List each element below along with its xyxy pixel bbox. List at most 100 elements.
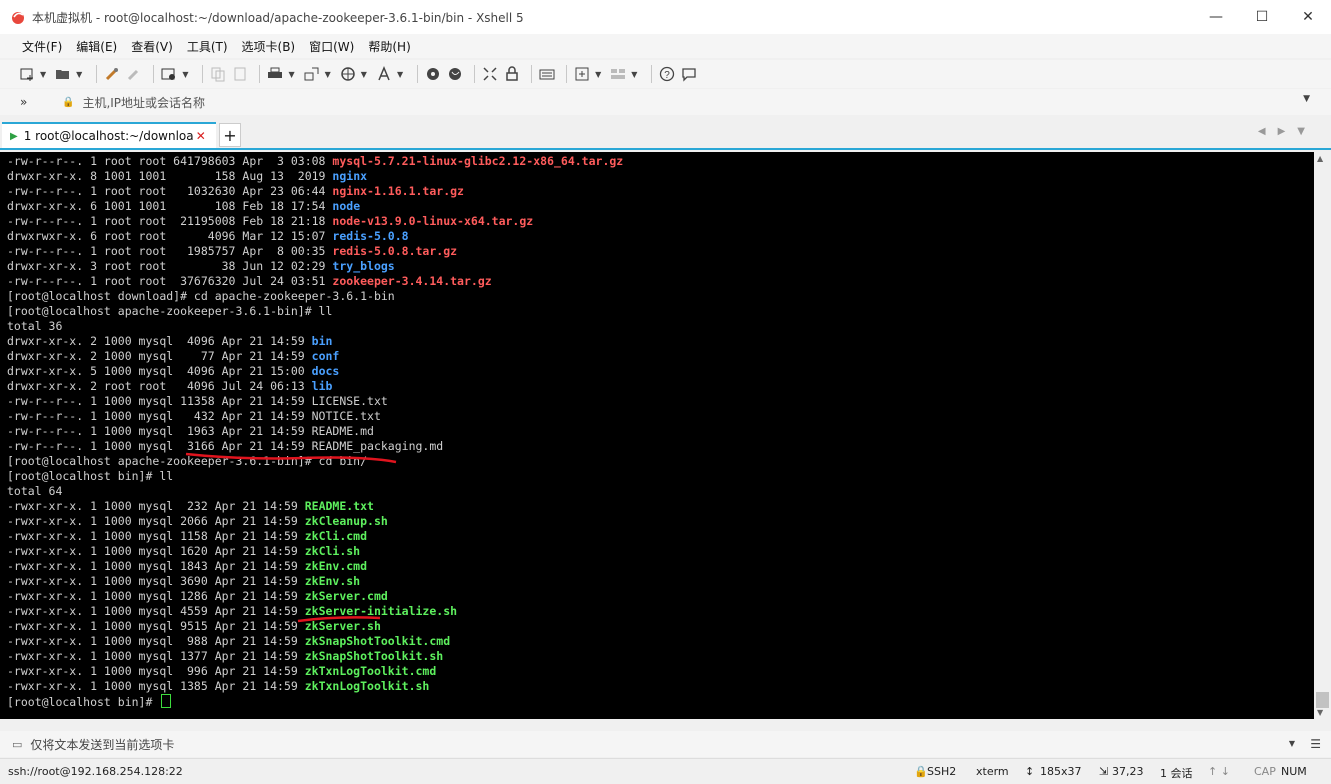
menu-window[interactable]: 窗口(W) [309, 38, 354, 55]
compose-target-label: 仅将文本发送到当前选项卡 [30, 737, 175, 752]
terminal-line: -rw-r--r--. 1 root root 37676320 Jul 24 … [7, 274, 1314, 289]
compose-icon: ▭ [12, 737, 23, 751]
terminal-text: drwxr-xr-x. 8 1001 1001 158 Aug 13 2019 [7, 169, 333, 183]
paste-icon[interactable] [231, 65, 249, 83]
scroll-arrows-icon[interactable]: ↑ ↓ [1208, 765, 1230, 778]
terminal-output[interactable]: -rw-r--r--. 1 root root 641798603 Apr 3 … [0, 152, 1314, 719]
title-bar: 本机虚拟机 - root@localhost:~/download/apache… [0, 0, 1331, 34]
lock-icon[interactable] [503, 65, 521, 83]
properties-dropdown-icon[interactable]: ▼ [182, 70, 188, 79]
compose-dropdown-icon[interactable]: ▼ [1289, 739, 1295, 748]
terminal-line: -rwxr-xr-x. 1 1000 mysql 1286 Apr 21 14:… [7, 589, 1314, 604]
new-session-dropdown-icon[interactable]: ▼ [40, 70, 46, 79]
terminal-line: -rw-r--r--. 1 root root 1032630 Apr 23 0… [7, 184, 1314, 199]
toolbar-separator [474, 65, 476, 83]
chat-icon[interactable] [680, 65, 698, 83]
terminal-text: [root@localhost apache-zookeeper-3.6.1-b… [7, 304, 333, 318]
toolbar-separator [417, 65, 419, 83]
compose-menu-icon[interactable]: ☰ [1310, 737, 1321, 751]
terminal-text: -rwxr-xr-x. 1 1000 mysql 988 Apr 21 14:5… [7, 634, 305, 648]
terminal-line: -rwxr-xr-x. 1 1000 mysql 3690 Apr 21 14:… [7, 574, 1314, 589]
terminal-line: -rw-r--r--. 1 1000 mysql 11358 Apr 21 14… [7, 394, 1314, 409]
open-folder-icon[interactable] [54, 65, 72, 83]
transfer-icon[interactable] [303, 65, 321, 83]
terminal-filename: nginx-1.16.1.tar.gz [332, 184, 464, 198]
terminal-filename: redis-5.0.8 [332, 229, 409, 243]
new-tab-button[interactable]: + [219, 123, 241, 147]
terminal-line: drwxrwxr-x. 6 root root 4096 Mar 12 15:0… [7, 229, 1314, 244]
terminal-type-status: xterm [976, 765, 1009, 778]
key-icon[interactable] [103, 65, 121, 83]
eraser-icon[interactable] [125, 65, 143, 83]
keyboard-icon[interactable] [538, 65, 556, 83]
scroll-down-icon[interactable]: ▼ [1317, 708, 1323, 717]
tab-nav-arrows-icon[interactable]: ◀▶▼ [1258, 126, 1317, 137]
close-button[interactable]: ✕ [1285, 0, 1331, 34]
open-dropdown-icon[interactable]: ▼ [76, 70, 82, 79]
tab-session-1[interactable]: ▶ 1 root@localhost:~/download... ✕ [2, 122, 216, 148]
terminal-line: -rwxr-xr-x. 1 1000 mysql 1158 Apr 21 14:… [7, 529, 1314, 544]
print-icon[interactable] [266, 65, 284, 83]
terminal-lines: -rw-r--r--. 1 root root 641798603 Apr 3 … [0, 152, 1314, 709]
font-icon[interactable] [375, 65, 393, 83]
terminal-line: -rwxr-xr-x. 1 1000 mysql 1377 Apr 21 14:… [7, 649, 1314, 664]
layout-icon[interactable] [609, 65, 627, 83]
lock-icon: 🔒 [914, 765, 928, 778]
menu-tabs[interactable]: 选项卡(B) [242, 38, 296, 55]
caps-lock-status: CAP [1254, 765, 1276, 778]
compose-dropdown-icon[interactable]: ▼ [595, 70, 601, 79]
terminal-text: drwxr-xr-x. 2 1000 mysql 4096 Apr 21 14:… [7, 334, 312, 348]
terminal-text: -rw-r--r--. 1 root root 1032630 Apr 23 0… [7, 184, 333, 198]
cursor-icon: ⇲ [1099, 765, 1109, 778]
xftp-icon[interactable] [424, 65, 442, 83]
address-dropdown-icon[interactable]: ▼ [1303, 94, 1310, 104]
terminal-line: drwxr-xr-x. 2 1000 mysql 4096 Apr 21 14:… [7, 334, 1314, 349]
maximize-button[interactable]: ☐ [1239, 0, 1285, 34]
terminal-line: drwxr-xr-x. 2 root root 4096 Jul 24 06:1… [7, 379, 1314, 394]
terminal-line: -rwxr-xr-x. 1 1000 mysql 996 Apr 21 14:5… [7, 664, 1314, 679]
encoding-dropdown-icon[interactable]: ▼ [361, 70, 367, 79]
terminal-text: -rw-r--r--. 1 1000 mysql 11358 Apr 21 14… [7, 394, 388, 408]
terminal-text: drwxr-xr-x. 3 root root 38 Jun 12 02:29 [7, 259, 333, 273]
xshell-icon[interactable] [446, 65, 464, 83]
copy-icon[interactable] [209, 65, 227, 83]
terminal-filename: zkCli.sh [304, 544, 361, 558]
host-address-input[interactable]: 🔒 主机,IP地址或会话名称 ▼ [56, 92, 1318, 112]
terminal-text: -rwxr-xr-x. 1 1000 mysql 1843 Apr 21 14:… [7, 559, 305, 573]
terminal-line: [root@localhost bin]# [7, 694, 1314, 709]
transfer-dropdown-icon[interactable]: ▼ [325, 70, 331, 79]
layout-dropdown-icon[interactable]: ▼ [631, 70, 637, 79]
scroll-up-icon[interactable]: ▲ [1317, 154, 1323, 163]
terminal-text: total 64 [7, 484, 63, 498]
terminal-scrollbar[interactable]: ▲ ▼ [1314, 152, 1331, 719]
terminal-filename: node [332, 199, 361, 213]
globe-icon[interactable] [339, 65, 357, 83]
compose-bar[interactable]: ▭ 仅将文本发送到当前选项卡 ▼ ☰ [0, 731, 1331, 757]
terminal-line: total 64 [7, 484, 1314, 499]
address-expand-icon[interactable]: » [20, 95, 34, 109]
tab-bar: ▶ 1 root@localhost:~/download... ✕ + ◀▶▼ [0, 120, 1331, 150]
menu-tools[interactable]: 工具(T) [187, 38, 228, 55]
terminal-text: drwxr-xr-x. 5 1000 mysql 4096 Apr 21 15:… [7, 364, 312, 378]
terminal-line: -rwxr-xr-x. 1 1000 mysql 1843 Apr 21 14:… [7, 559, 1314, 574]
tab-close-icon[interactable]: ✕ [196, 129, 206, 143]
help-icon[interactable]: ? [658, 65, 676, 83]
scrollbar-thumb[interactable] [1316, 692, 1329, 708]
terminal-text: -rwxr-xr-x. 1 1000 mysql 2066 Apr 21 14:… [7, 514, 305, 528]
terminal-text: [root@localhost bin]# [7, 695, 160, 709]
tab-label: 1 root@localhost:~/download... [23, 129, 194, 143]
new-session-icon[interactable] [18, 65, 36, 83]
compose-icon[interactable] [573, 65, 591, 83]
font-dropdown-icon[interactable]: ▼ [397, 70, 403, 79]
terminal-line: -rwxr-xr-x. 1 1000 mysql 4559 Apr 21 14:… [7, 604, 1314, 619]
menu-file[interactable]: 文件(F) [22, 38, 62, 55]
protocol-status: SSH2 [927, 765, 957, 778]
menu-edit[interactable]: 编辑(E) [76, 38, 117, 55]
print-dropdown-icon[interactable]: ▼ [288, 70, 294, 79]
minimize-button[interactable]: — [1193, 0, 1239, 34]
session-properties-icon[interactable] [160, 65, 178, 83]
fullscreen-icon[interactable] [481, 65, 499, 83]
menu-help[interactable]: 帮助(H) [368, 38, 410, 55]
terminal-line: drwxr-xr-x. 8 1001 1001 158 Aug 13 2019 … [7, 169, 1314, 184]
menu-view[interactable]: 查看(V) [131, 38, 173, 55]
